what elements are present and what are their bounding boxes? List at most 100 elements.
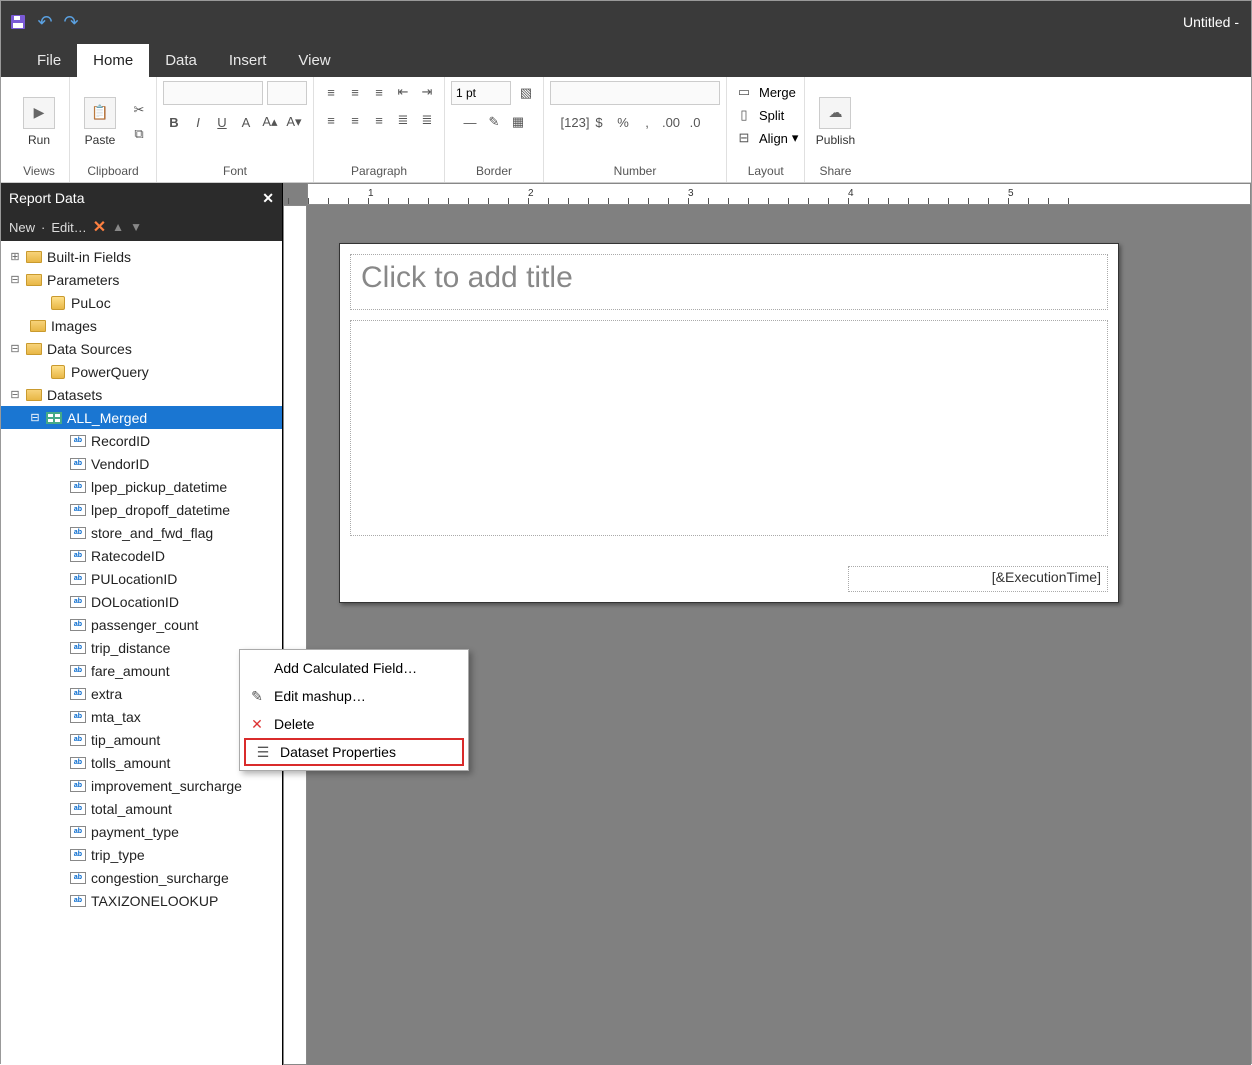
tab-insert[interactable]: Insert [213, 44, 283, 77]
increase-decimal-icon[interactable]: .00 [660, 111, 682, 133]
font-color-icon[interactable]: A [235, 111, 257, 133]
title-bar: ↶ ↷ Untitled - [1, 1, 1251, 43]
decrease-decimal-icon[interactable]: .0 [684, 111, 706, 133]
grow-font-icon[interactable]: A▴ [259, 111, 281, 133]
group-paragraph-label: Paragraph [351, 162, 407, 182]
tree-builtin[interactable]: ⊞Built-in Fields [1, 245, 282, 268]
number-placeholder-icon[interactable]: [123] [564, 111, 586, 133]
redo-icon[interactable]: ↷ [61, 13, 79, 31]
tree-puloc[interactable]: PuLoc [1, 291, 282, 314]
properties-icon: ☰ [254, 744, 272, 761]
title-placeholder[interactable]: Click to add title [350, 254, 1108, 310]
underline-icon[interactable]: U [211, 111, 233, 133]
split-button[interactable]: ▯Split [733, 104, 784, 126]
group-views-label: Views [23, 162, 55, 182]
decrease-indent-icon[interactable]: ⇤ [392, 81, 414, 103]
align-top-icon[interactable]: ≡ [320, 81, 342, 103]
tree-powerquery[interactable]: PowerQuery [1, 360, 282, 383]
run-button[interactable]: ▶Run [15, 97, 63, 147]
increase-indent-icon[interactable]: ⇥ [416, 81, 438, 103]
tab-data[interactable]: Data [149, 44, 213, 77]
group-border-label: Border [476, 162, 512, 182]
numbering-icon[interactable]: ≣ [416, 109, 438, 131]
group-font: B I U A A▴ A▾ Font [157, 77, 314, 182]
percent-icon[interactable]: % [612, 111, 634, 133]
tree-field[interactable]: PULocationID [1, 567, 282, 590]
ctx-delete[interactable]: ✕Delete [240, 710, 468, 738]
tree-field[interactable]: congestion_surcharge [1, 866, 282, 889]
group-border: 1 pt ▧ — ✎ ▦ Border [445, 77, 544, 182]
tree-field[interactable]: trip_type [1, 843, 282, 866]
align-bottom-icon[interactable]: ≡ [368, 81, 390, 103]
delete-icon[interactable]: ✕ [93, 217, 106, 237]
borders-icon[interactable]: ▦ [507, 111, 529, 133]
align-middle-icon[interactable]: ≡ [344, 81, 366, 103]
bold-icon[interactable]: B [163, 111, 185, 133]
tab-view[interactable]: View [282, 44, 346, 77]
publish-button[interactable]: ☁Publish [811, 97, 859, 147]
bullets-icon[interactable]: ≣ [392, 109, 414, 131]
ctx-edit-mashup[interactable]: ✎Edit mashup… [240, 682, 468, 710]
italic-icon[interactable]: I [187, 111, 209, 133]
tree-field[interactable]: store_and_fwd_flag [1, 521, 282, 544]
merge-button[interactable]: ▭Merge [733, 81, 796, 103]
group-number: [123] $ % , .00 .0 Number [544, 77, 727, 182]
tree-field[interactable]: DOLocationID [1, 590, 282, 613]
tree-parameters[interactable]: ⊟Parameters [1, 268, 282, 291]
ctx-add-calculated[interactable]: Add Calculated Field… [240, 654, 468, 682]
tab-home[interactable]: Home [77, 44, 149, 77]
tree-field[interactable]: TAXIZONELOOKUP [1, 889, 282, 912]
group-layout-label: Layout [748, 162, 784, 182]
save-icon[interactable] [9, 13, 27, 31]
tree-field[interactable]: total_amount [1, 797, 282, 820]
copy-icon[interactable]: ⧉ [128, 123, 150, 145]
cut-icon[interactable]: ✂ [128, 99, 150, 121]
fill-icon[interactable]: ▧ [515, 82, 537, 104]
tree-field[interactable]: VendorID [1, 452, 282, 475]
undo-icon[interactable]: ↶ [35, 13, 53, 31]
tree-field[interactable]: lpep_pickup_datetime [1, 475, 282, 498]
ribbon: ▶Run Views 📋Paste ✂ ⧉ Clipboard B I U A … [1, 77, 1251, 183]
number-format-select[interactable] [550, 81, 720, 105]
move-up-icon[interactable]: ▲ [112, 220, 124, 234]
publish-label: Publish [816, 133, 855, 147]
align-center-icon[interactable]: ≡ [344, 109, 366, 131]
font-size-select[interactable] [267, 81, 307, 105]
tree-field[interactable]: payment_type [1, 820, 282, 843]
design-surface[interactable]: 12345 Click to add title [&ExecutionTime… [283, 183, 1251, 1065]
edit-button[interactable]: Edit… [51, 220, 86, 235]
comma-icon[interactable]: , [636, 111, 658, 133]
footer-placeholder[interactable]: [&ExecutionTime] [848, 566, 1108, 592]
tree-field[interactable]: improvement_surcharge [1, 774, 282, 797]
currency-icon[interactable]: $ [588, 111, 610, 133]
shrink-font-icon[interactable]: A▾ [283, 111, 305, 133]
tree-allmerged[interactable]: ⊟ALL_Merged [1, 406, 282, 429]
tree-datasources[interactable]: ⊟Data Sources [1, 337, 282, 360]
border-weight[interactable]: 1 pt [451, 81, 511, 105]
move-down-icon[interactable]: ▼ [130, 220, 142, 234]
align-left-icon[interactable]: ≡ [320, 109, 342, 131]
tree-field[interactable]: lpep_dropoff_datetime [1, 498, 282, 521]
ctx-dataset-properties[interactable]: ☰Dataset Properties [244, 738, 464, 766]
group-share: ☁Publish Share [805, 77, 865, 182]
align-right-icon[interactable]: ≡ [368, 109, 390, 131]
border-color-icon[interactable]: ✎ [483, 111, 505, 133]
tree-datasets[interactable]: ⊟Datasets [1, 383, 282, 406]
ribbon-tabs: File Home Data Insert View [1, 43, 1251, 77]
border-style-icon[interactable]: — [459, 111, 481, 133]
ruler-vertical [283, 205, 307, 1065]
group-layout: ▭Merge ▯Split ⊟Align ▾ Layout [727, 77, 805, 182]
ruler-horizontal: 12345 [307, 183, 1251, 205]
new-button[interactable]: New [9, 220, 35, 235]
tree-field[interactable]: RatecodeID [1, 544, 282, 567]
paste-button[interactable]: 📋Paste [76, 97, 124, 147]
tree-images[interactable]: Images [1, 314, 282, 337]
align-button[interactable]: ⊟Align ▾ [733, 127, 798, 149]
report-page[interactable]: Click to add title [&ExecutionTime] [339, 243, 1119, 603]
body-placeholder[interactable] [350, 320, 1108, 536]
font-family-select[interactable] [163, 81, 263, 105]
tab-file[interactable]: File [21, 44, 77, 77]
tree-field[interactable]: RecordID [1, 429, 282, 452]
tree-field[interactable]: passenger_count [1, 613, 282, 636]
close-icon[interactable]: ✕ [262, 190, 274, 207]
